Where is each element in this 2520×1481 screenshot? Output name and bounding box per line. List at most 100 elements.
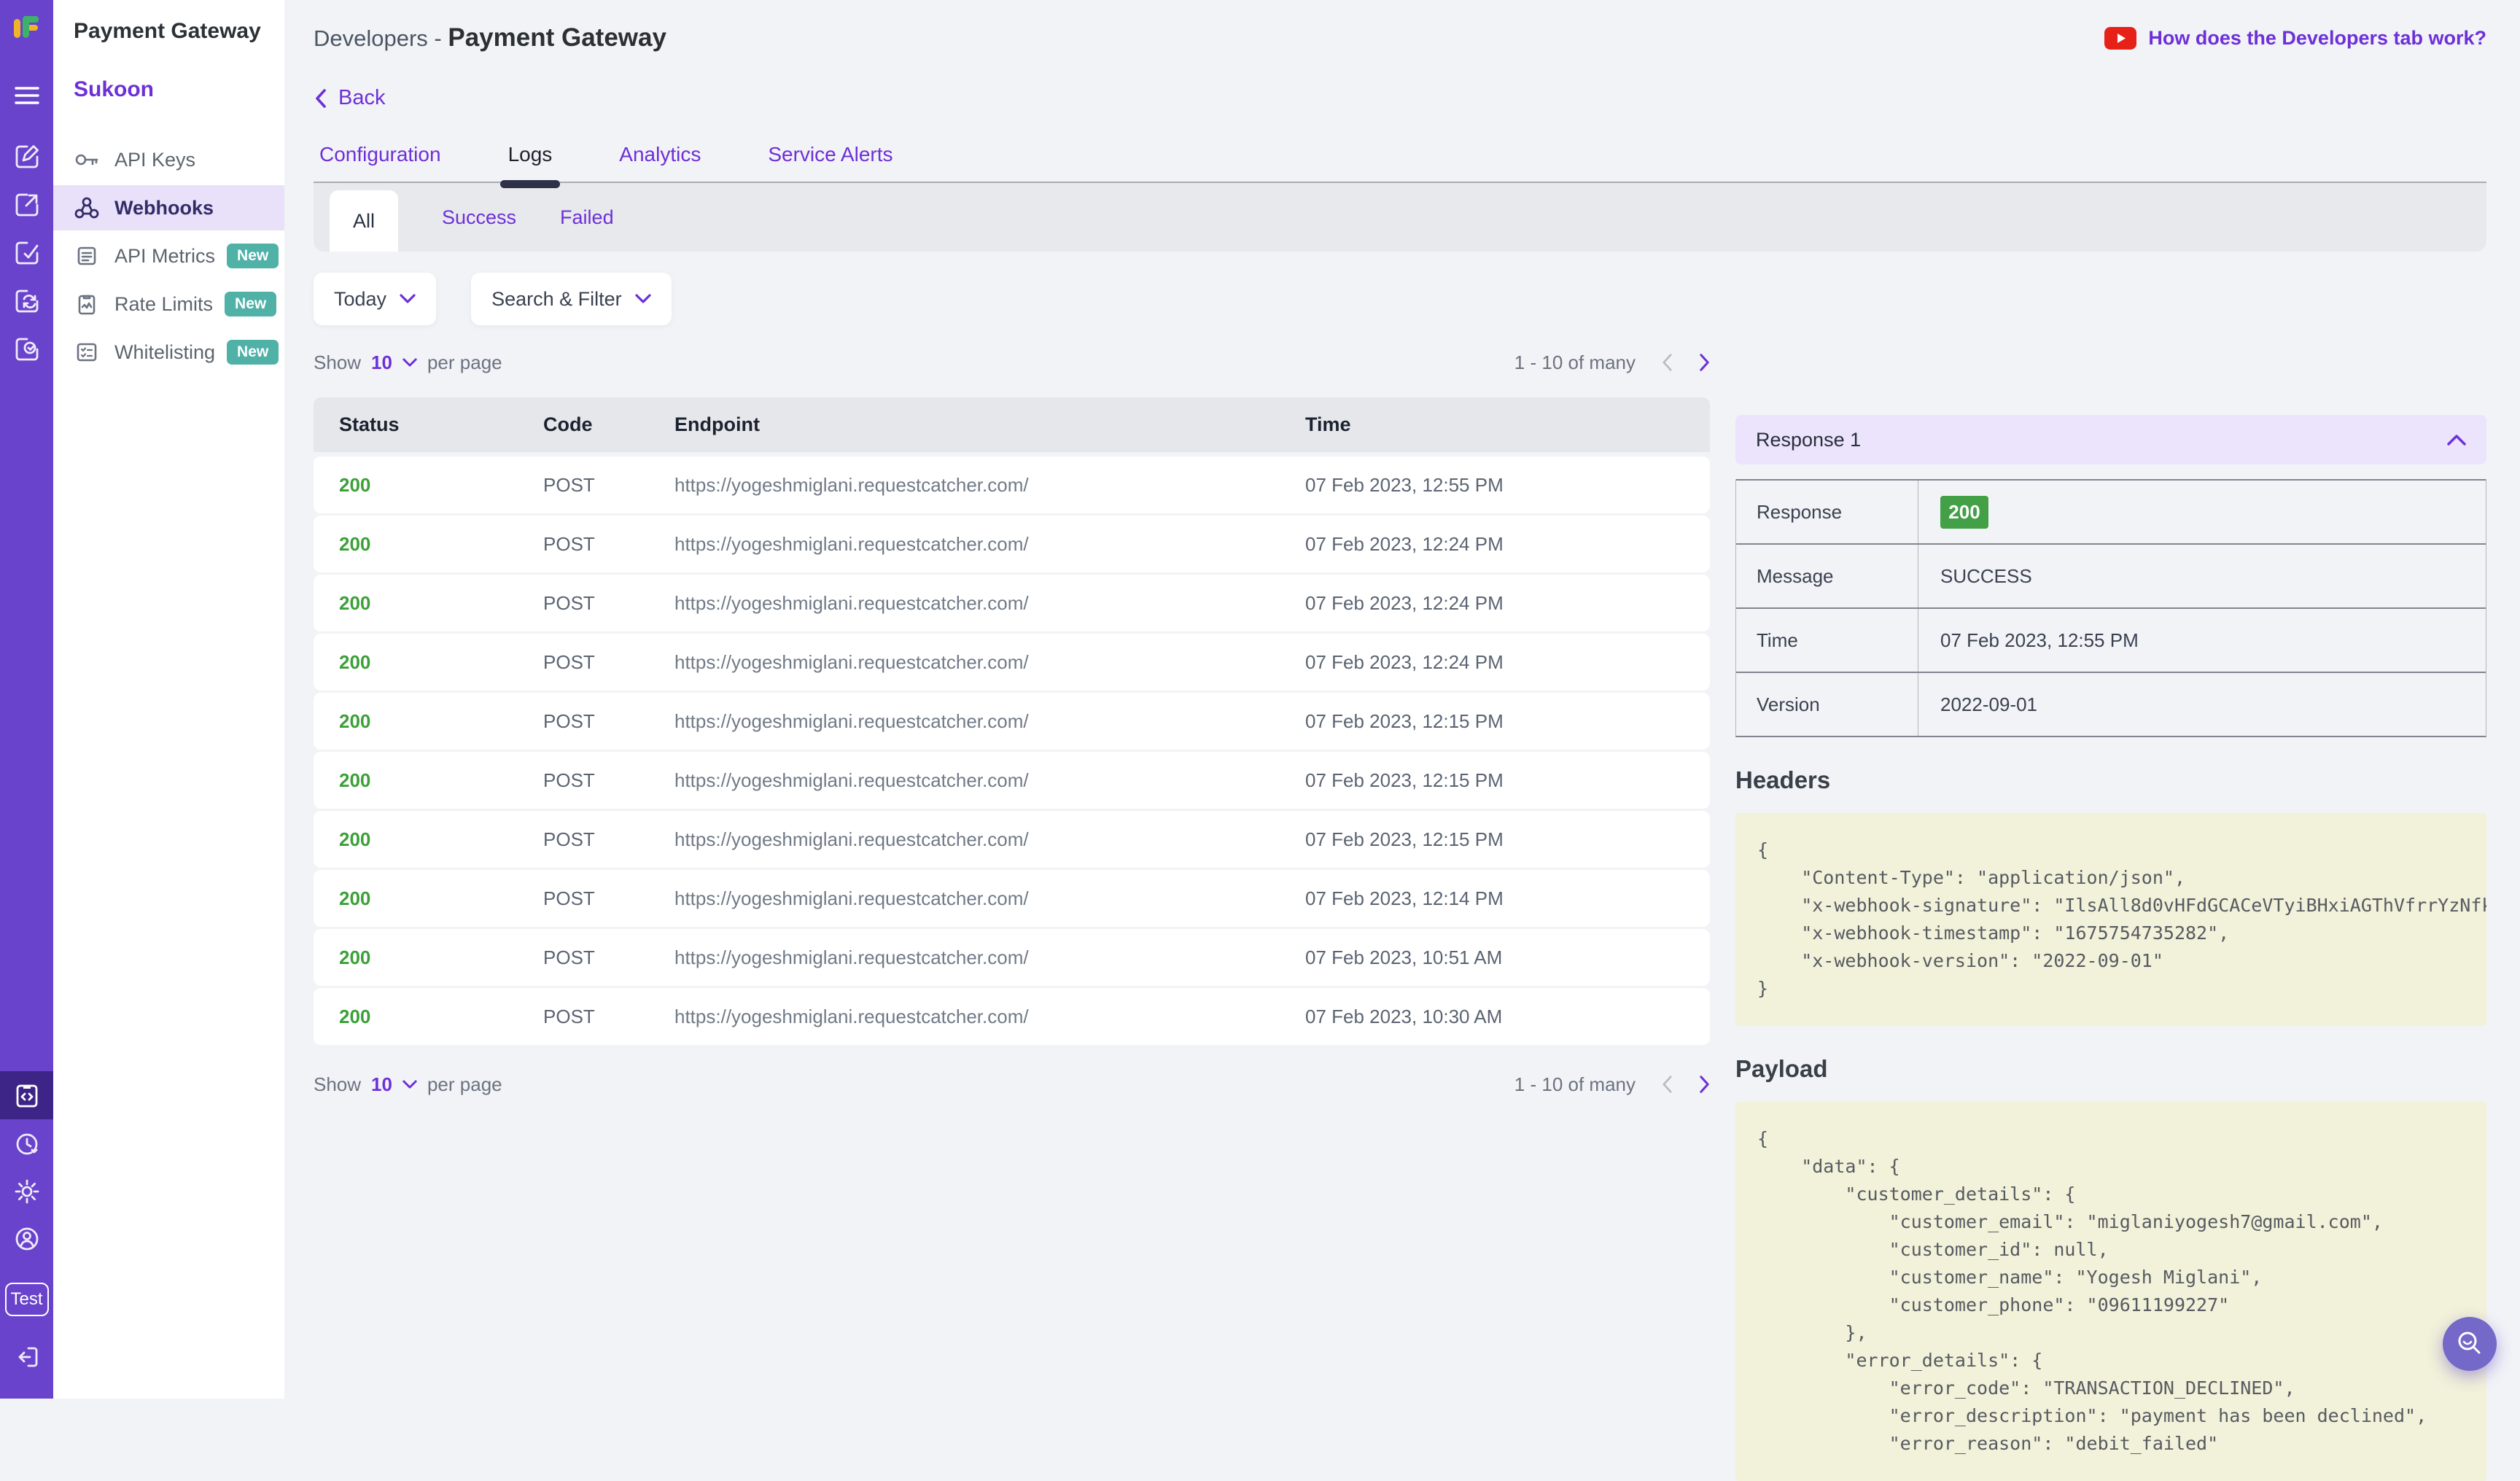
help-video-link[interactable]: How does the Developers tab work? [2104, 27, 2486, 50]
support-search-fab[interactable] [2443, 1317, 2497, 1371]
cell-code: POST [543, 887, 674, 910]
table-row[interactable]: 200 POST https://yogeshmiglani.requestca… [314, 634, 1710, 691]
tab-configuration[interactable]: Configuration [319, 143, 441, 181]
sidebar-item-whitelisting[interactable]: Whitelisting New [53, 330, 284, 375]
pagination-prev-icon[interactable] [1662, 353, 1673, 372]
sidebar-item-label: Whitelisting [114, 341, 215, 364]
cell-status: 200 [339, 474, 543, 497]
checklist-icon [74, 342, 100, 362]
rail-item-checklist[interactable] [0, 230, 53, 276]
sidebar-item-label: Webhooks [114, 197, 214, 219]
column-code: Code [543, 413, 674, 436]
filter-tab-success[interactable]: Success [442, 206, 516, 229]
cell-code: POST [543, 651, 674, 674]
sidebar-item-label: API Keys [114, 149, 195, 171]
sidebar-item-webhooks[interactable]: Webhooks [53, 185, 284, 230]
cell-endpoint: https://yogeshmiglani.requestcatcher.com… [674, 710, 1305, 733]
brand-logo [8, 9, 46, 47]
table-row[interactable]: 200 POST https://yogeshmiglani.requestca… [314, 811, 1710, 868]
cell-status: 200 [339, 533, 543, 556]
tab-analytics[interactable]: Analytics [619, 143, 701, 181]
sidebar-item-label: API Metrics [114, 245, 215, 268]
cell-time: 07 Feb 2023, 12:14 PM [1305, 887, 1710, 910]
tab-bar: Configuration Logs Analytics Service Ale… [319, 143, 893, 181]
pagination-row-bottom: Show 10 per page 1 - 10 of many [314, 1066, 1710, 1103]
menu-toggle-button[interactable] [0, 73, 53, 118]
chevron-down-icon[interactable] [402, 1080, 417, 1089]
table-row[interactable]: 200 POST https://yogeshmiglani.requestca… [314, 988, 1710, 1045]
rail-item-account[interactable] [0, 1216, 53, 1262]
table-row[interactable]: 200 POST https://yogeshmiglani.requestca… [314, 752, 1710, 809]
field-row-time: Time 07 Feb 2023, 12:55 PM [1736, 607, 2486, 672]
rail-item-history[interactable] [0, 1122, 53, 1167]
rail-item-settings[interactable] [0, 1169, 53, 1214]
headers-section-title: Headers [1735, 766, 2486, 794]
chevron-down-icon[interactable] [402, 358, 417, 368]
response-accordion-header[interactable]: Response 1 [1735, 415, 2486, 464]
app-title: Payment Gateway [53, 0, 284, 44]
new-badge: New [225, 292, 276, 316]
column-status: Status [339, 413, 543, 436]
table-row[interactable]: 200 POST https://yogeshmiglani.requestca… [314, 693, 1710, 750]
page-size-value[interactable]: 10 [371, 1073, 392, 1096]
sidebar-item-api-metrics[interactable]: API Metrics New [53, 233, 284, 279]
cell-code: POST [543, 710, 674, 733]
table-row[interactable]: 200 POST https://yogeshmiglani.requestca… [314, 516, 1710, 572]
back-button[interactable]: Back [315, 86, 385, 110]
cell-code: POST [543, 474, 674, 497]
filter-tab-all[interactable]: All [330, 190, 398, 252]
hamburger-icon [15, 86, 39, 105]
user-icon [13, 1225, 41, 1253]
field-label: Response [1736, 481, 1918, 543]
clock-icon [13, 1130, 41, 1158]
page-title: Payment Gateway [448, 23, 666, 52]
cell-time: 07 Feb 2023, 12:24 PM [1305, 533, 1710, 556]
cell-endpoint: https://yogeshmiglani.requestcatcher.com… [674, 1006, 1305, 1028]
table-row[interactable]: 200 POST https://yogeshmiglani.requestca… [314, 870, 1710, 927]
cell-time: 07 Feb 2023, 12:15 PM [1305, 710, 1710, 733]
field-row-message: Message SUCCESS [1736, 543, 2486, 607]
logout-icon [14, 1345, 40, 1369]
check-box-icon [13, 239, 41, 267]
rail-item-refresh[interactable] [0, 279, 53, 324]
table-row[interactable]: 200 POST https://yogeshmiglani.requestca… [314, 929, 1710, 986]
chevron-up-icon[interactable] [2447, 434, 2466, 446]
sidebar-item-api-keys[interactable]: API Keys [53, 137, 284, 182]
pagination-row-top: Show 10 per page 1 - 10 of many [314, 344, 1710, 381]
payload-section-title: Payload [1735, 1055, 2486, 1083]
sidebar: Payment Gateway Sukoon API Keys Webhooks [53, 0, 284, 1399]
response-fields-table: Response 200 Message SUCCESS Time 07 Feb… [1735, 479, 2486, 737]
column-time: Time [1305, 413, 1710, 436]
new-badge: New [227, 244, 279, 268]
search-box-icon [13, 335, 41, 363]
table-row[interactable]: 200 POST https://yogeshmiglani.requestca… [314, 456, 1710, 513]
tab-service-alerts[interactable]: Service Alerts [768, 143, 892, 181]
refresh-box-icon [13, 287, 41, 315]
cell-time: 07 Feb 2023, 12:15 PM [1305, 769, 1710, 792]
cell-status: 200 [339, 592, 543, 615]
table-row[interactable]: 200 POST https://yogeshmiglani.requestca… [314, 575, 1710, 631]
cell-status: 200 [339, 1006, 543, 1028]
logout-button[interactable] [0, 1334, 53, 1380]
tab-logs[interactable]: Logs [508, 143, 553, 181]
logs-table-body: 200 POST https://yogeshmiglani.requestca… [314, 456, 1710, 1045]
org-name[interactable]: Sukoon [74, 77, 284, 102]
cell-endpoint: https://yogeshmiglani.requestcatcher.com… [674, 769, 1305, 792]
filter-tab-failed[interactable]: Failed [560, 206, 614, 229]
test-mode-button[interactable]: Test [5, 1283, 49, 1316]
status-badge: 200 [1940, 496, 1988, 529]
page-size-value[interactable]: 10 [371, 351, 392, 374]
rail-item-developers-active[interactable] [0, 1071, 53, 1119]
pagination-prev-icon[interactable] [1662, 1075, 1673, 1094]
rail-item-export[interactable] [0, 182, 53, 228]
rail-item-edit[interactable] [0, 134, 53, 179]
search-filter-dropdown[interactable]: Search & Filter [471, 273, 672, 325]
pagination-next-icon[interactable] [1699, 1075, 1710, 1094]
cell-time: 07 Feb 2023, 12:55 PM [1305, 474, 1710, 497]
magnifier-smile-icon [2454, 1329, 2485, 1359]
pagination-next-icon[interactable] [1699, 353, 1710, 372]
date-filter-dropdown[interactable]: Today [314, 273, 436, 325]
rail-item-lookup[interactable] [0, 327, 53, 372]
sidebar-item-rate-limits[interactable]: Rate Limits New [53, 281, 284, 327]
new-badge: New [227, 340, 279, 365]
